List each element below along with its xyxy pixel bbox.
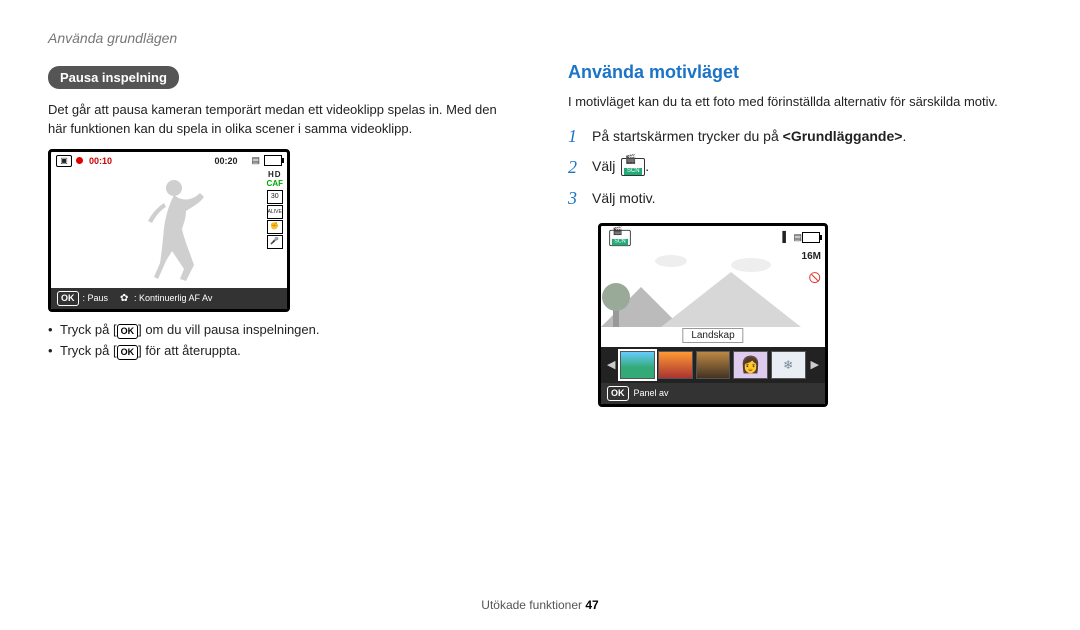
- scroll-right-icon[interactable]: ▶: [809, 358, 821, 371]
- ok-icon: OK: [57, 291, 79, 306]
- pausa-inspelning-pill: Pausa inspelning: [48, 66, 179, 89]
- scene-thumb-sunset[interactable]: [658, 351, 693, 379]
- single-shot-icon: ▌: [782, 232, 789, 243]
- ok-icon: OK: [117, 324, 139, 339]
- scene-label: Landskap: [682, 328, 743, 343]
- battery-icon: [264, 155, 282, 166]
- sd-icon: ▤: [251, 155, 260, 166]
- left-paragraph: Det går att pausa kameran temporärt meda…: [48, 101, 512, 139]
- megapixel-indicator: 16M: [802, 251, 821, 262]
- camera-screenshot-recording: ▣ 00:10 00:20 ▤ HD CAF 30 ALIVE ✊: [48, 149, 290, 312]
- grundlaggande-bold: <Grundläggande>: [783, 128, 903, 144]
- step-number: 3: [568, 188, 582, 209]
- section-heading-motivlaget: Använda motivläget: [568, 62, 1032, 83]
- page-footer: Utökade funktioner 47: [0, 598, 1080, 612]
- scene-thumb-snow[interactable]: ❄: [771, 351, 806, 379]
- bullet-pause: Tryck på [OK] om du vill pausa inspelnin…: [48, 322, 512, 339]
- scene-thumb-portrait[interactable]: 👩: [733, 351, 768, 379]
- mic-icon: 🎤: [267, 235, 283, 249]
- step-1: 1 På startskärmen trycker du på <Grundlä…: [568, 126, 1032, 147]
- step-number: 1: [568, 126, 582, 147]
- scroll-left-icon[interactable]: ◀: [605, 358, 617, 371]
- scene-thumb-dawn[interactable]: [696, 351, 731, 379]
- right-paragraph: I motivläget kan du ta ett foto med föri…: [568, 93, 1032, 112]
- mode-icon: ▣: [56, 155, 72, 167]
- breadcrumb: Använda grundlägen: [48, 30, 1032, 46]
- left-column: Pausa inspelning Det går att pausa kamer…: [48, 66, 512, 407]
- right-column: Använda motivläget I motivläget kan du t…: [568, 66, 1032, 407]
- page-number: 47: [585, 598, 598, 612]
- panel-av-hint: Panel av: [634, 388, 669, 398]
- step-2: 2 Välj 🎬SCN.: [568, 157, 1032, 178]
- step-number: 2: [568, 157, 582, 178]
- alive-icon: ALIVE: [267, 205, 283, 219]
- flash-off-icon: 🚫: [809, 273, 821, 284]
- stabilizer-icon: ✊: [267, 220, 283, 234]
- rec-total-time: 00:20: [214, 156, 237, 166]
- scene-mode-icon: 🎬SCN: [609, 230, 631, 246]
- scene-thumb-landscape[interactable]: [620, 351, 655, 379]
- rec-elapsed-time: 00:10: [89, 156, 112, 166]
- ok-icon: OK: [117, 345, 139, 360]
- battery-icon: [802, 232, 820, 243]
- fps-icon: 30: [267, 190, 283, 204]
- rec-indicator: [76, 156, 85, 166]
- ok-icon: OK: [607, 386, 629, 401]
- pause-hint: : Paus: [83, 293, 109, 303]
- bullet-resume: Tryck på [OK] för att återuppta.: [48, 343, 512, 360]
- scene-thumbnail-strip: ◀ 👩 ❄ ▶: [601, 347, 825, 383]
- sd-icon: ▤: [793, 232, 802, 243]
- macro-icon: [120, 293, 130, 303]
- scene-mode-icon: 🎬SCN: [621, 158, 645, 176]
- hd-icon: HD: [267, 170, 283, 180]
- af-hint: : Kontinuerlig AF Av: [134, 293, 212, 303]
- camera-screenshot-scene: 🎬SCN ▌ ▤ 16M 🚫: [598, 223, 828, 407]
- step-3: 3 Välj motiv.: [568, 188, 1032, 209]
- skater-silhouette: [124, 173, 214, 288]
- caf-indicator: CAF: [267, 179, 283, 189]
